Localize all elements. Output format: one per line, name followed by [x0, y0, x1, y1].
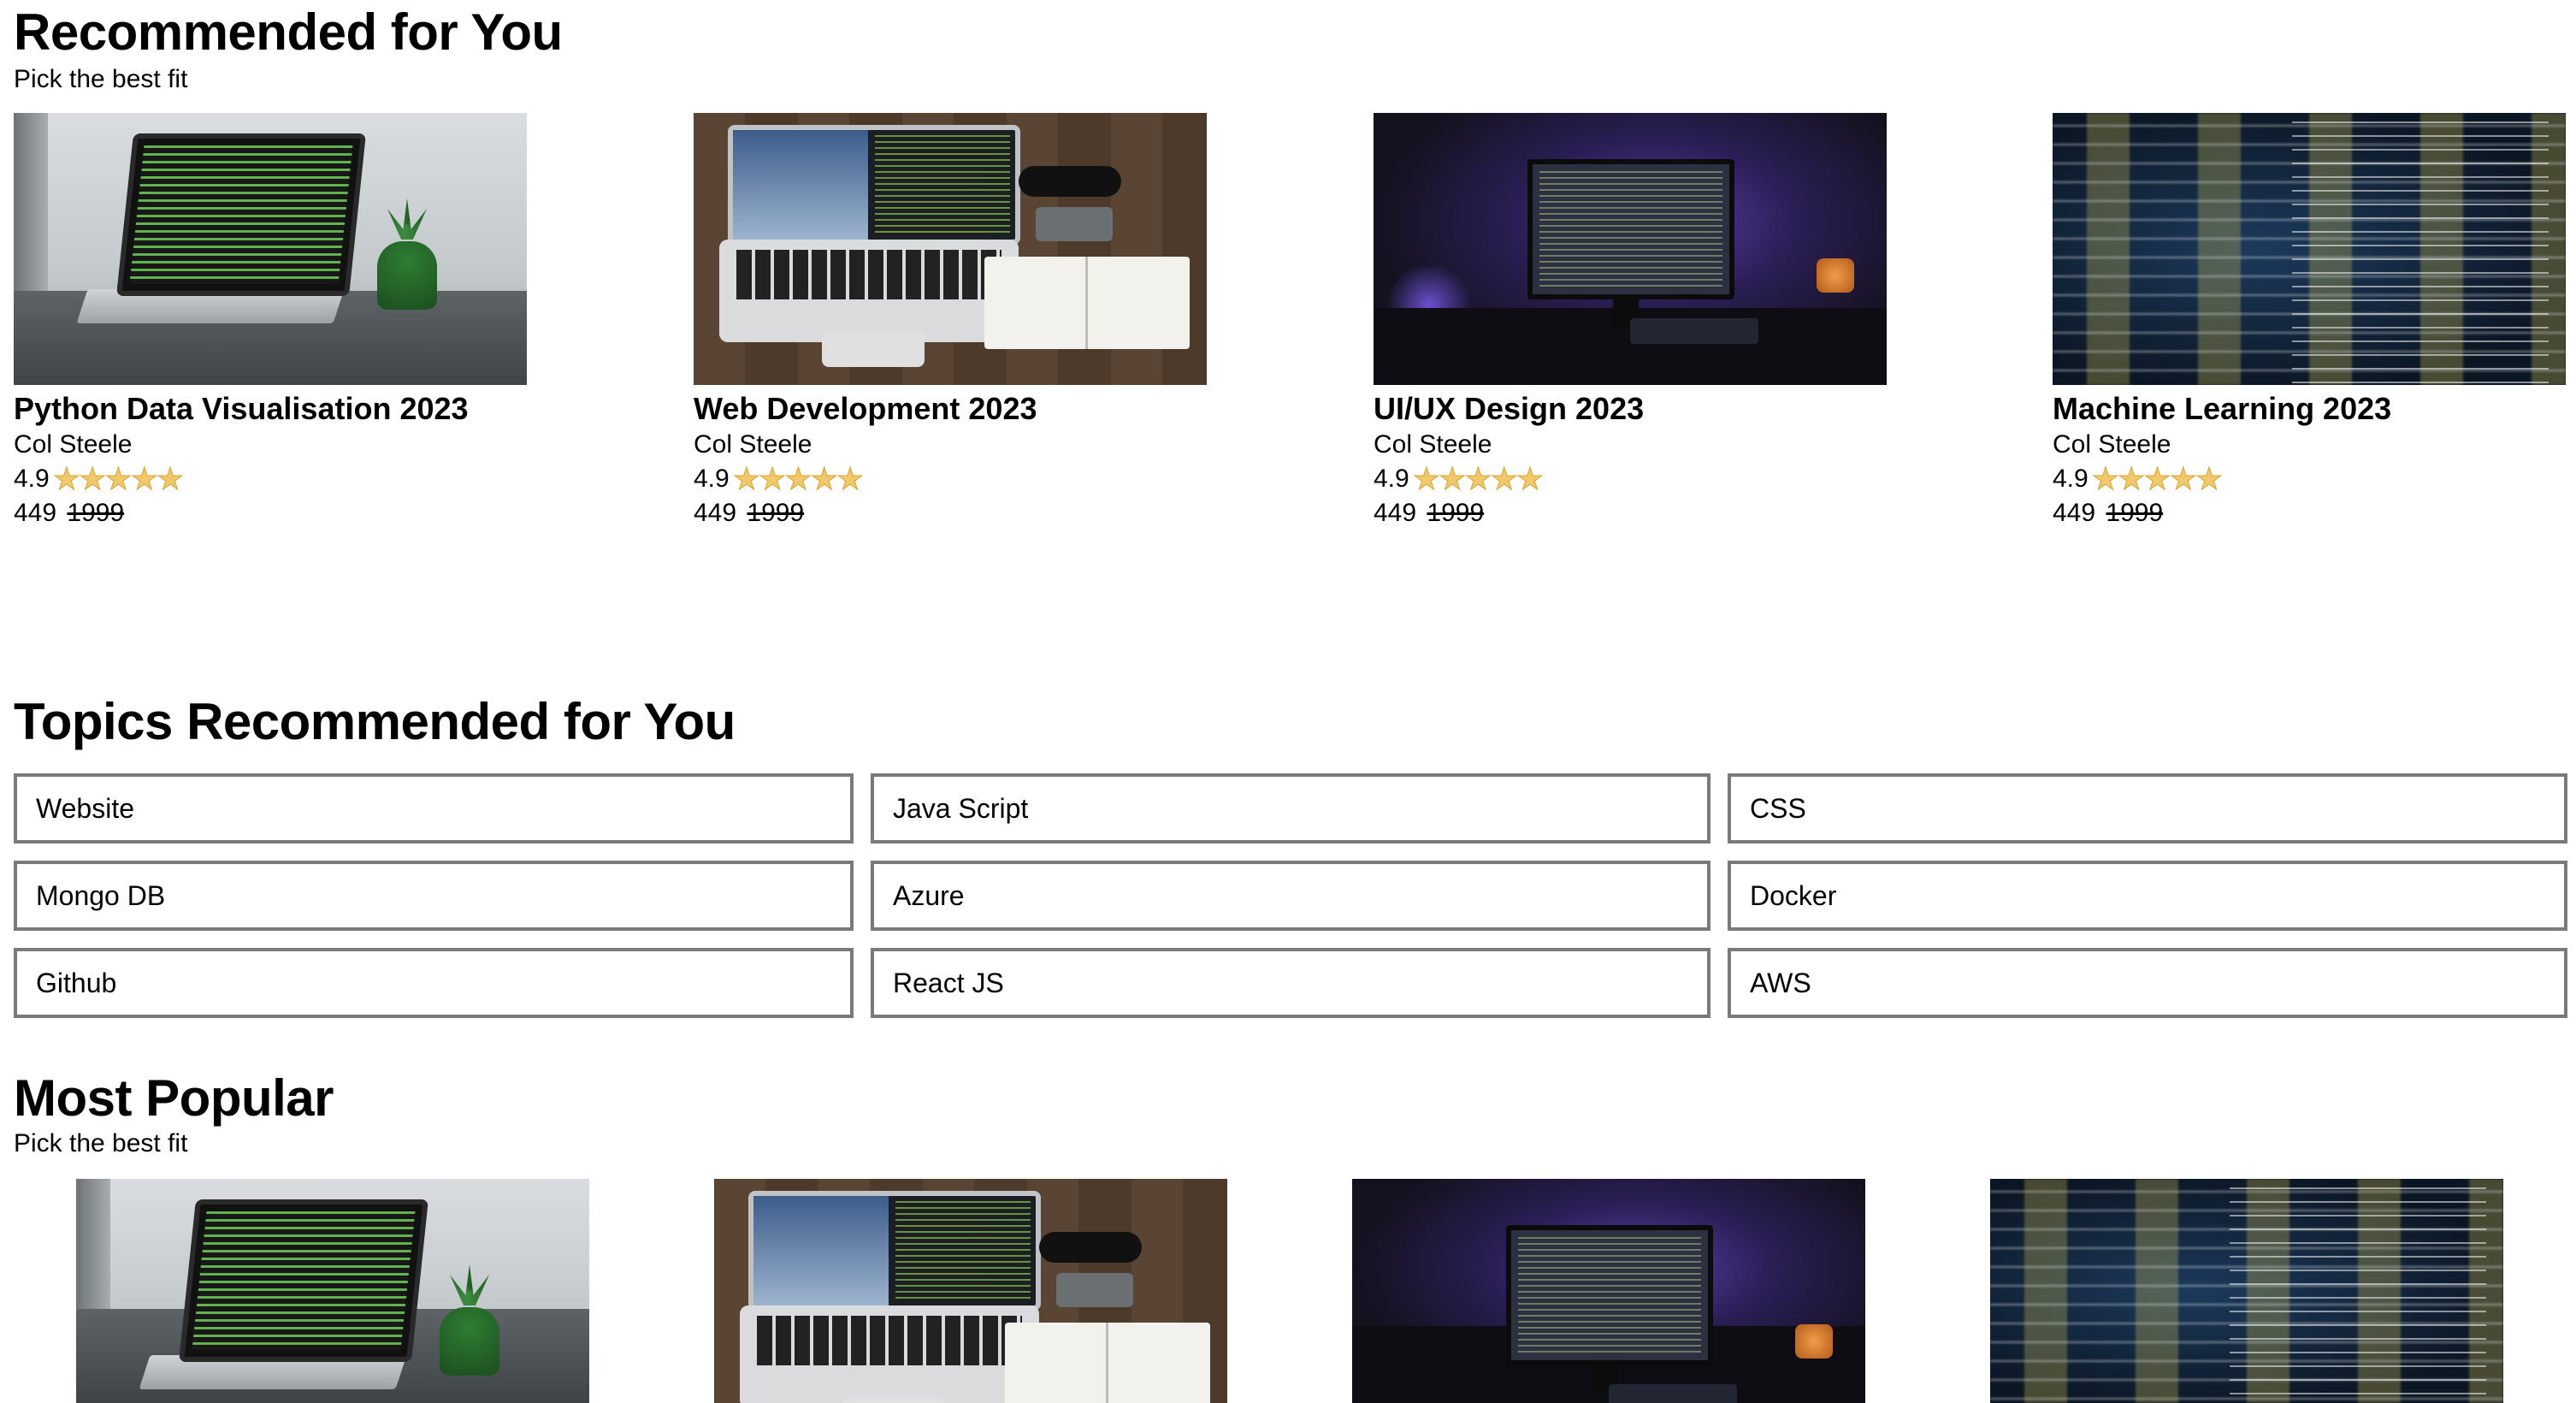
- topic-azure[interactable]: Azure: [871, 861, 1710, 931]
- course-rating: 4.9 ★ ★ ★ ★ ★: [14, 462, 527, 496]
- course-thumbnail[interactable]: [1374, 113, 1887, 385]
- popular-course-thumbnail[interactable]: [714, 1179, 1227, 1403]
- star-icon: ★: [2143, 461, 2171, 496]
- star-icon: ★: [2195, 461, 2224, 496]
- original-price: 1999: [747, 499, 805, 527]
- original-price: 1999: [2106, 499, 2164, 527]
- topic-mongodb[interactable]: Mongo DB: [14, 861, 854, 931]
- section-title: Most Popular: [14, 1069, 334, 1127]
- popular-course-thumbnail[interactable]: [76, 1179, 589, 1403]
- laptop-with-plant-photo: [14, 113, 527, 385]
- course-thumbnail[interactable]: [14, 113, 527, 385]
- course-price: 449 1999: [1374, 496, 1887, 530]
- course-author: Col Steele: [1374, 430, 1492, 459]
- current-price: 449: [1374, 499, 1417, 527]
- course-card[interactable]: Machine Learning 2023 Col Steele 4.9 ★ ★ ★…: [2053, 113, 2566, 530]
- star-icon: ★: [758, 461, 787, 496]
- star-rating: ★ ★ ★ ★ ★: [732, 461, 865, 496]
- course-author: Col Steele: [694, 430, 812, 459]
- laptop-with-plant-photo: [76, 1179, 589, 1403]
- rating-value: 4.9: [2053, 465, 2089, 493]
- topic-aws[interactable]: AWS: [1728, 948, 2567, 1018]
- course-grid: Python Data Visualisation 2023 Col Steel…: [14, 113, 2566, 541]
- star-icon: ★: [1438, 461, 1467, 496]
- course-price: 449 1999: [694, 496, 1207, 530]
- course-price: 449 1999: [2053, 496, 2566, 530]
- blurred-code-photo: [1990, 1179, 2503, 1403]
- course-author: Col Steele: [2053, 430, 2171, 459]
- star-icon: ★: [104, 461, 133, 496]
- current-price: 449: [2053, 499, 2096, 527]
- popular-course-thumbnail[interactable]: [1990, 1179, 2503, 1403]
- course-price: 449 1999: [14, 496, 527, 530]
- star-rating: ★ ★ ★ ★ ★: [2091, 461, 2224, 496]
- course-title[interactable]: Web Development 2023: [694, 390, 1207, 428]
- rating-value: 4.9: [1374, 465, 1409, 493]
- course-card[interactable]: UI/UX Design 2023 Col Steele 4.9 ★ ★ ★ ★ ★ 4…: [1374, 113, 1887, 530]
- laptop-on-wooden-desk-photo: [694, 113, 1207, 385]
- star-icon: ★: [1490, 461, 1518, 496]
- star-icon: ★: [52, 461, 80, 496]
- section-subtitle: Pick the best fit: [14, 65, 188, 93]
- topic-css[interactable]: CSS: [1728, 773, 2567, 844]
- topic-docker[interactable]: Docker: [1728, 861, 2567, 931]
- star-icon: ★: [2117, 461, 2146, 496]
- course-thumbnail[interactable]: [694, 113, 1207, 385]
- section-title: Recommended for You: [14, 3, 563, 61]
- course-title[interactable]: Machine Learning 2023: [2053, 390, 2566, 428]
- topic-javascript[interactable]: Java Script: [871, 773, 1710, 844]
- star-rating: ★ ★ ★ ★ ★: [52, 461, 185, 496]
- star-icon: ★: [732, 461, 760, 496]
- star-rating: ★ ★ ★ ★ ★: [1412, 461, 1545, 496]
- original-price: 1999: [1427, 499, 1485, 527]
- original-price: 1999: [67, 499, 125, 527]
- course-card[interactable]: Python Data Visualisation 2023 Col Steel…: [14, 113, 527, 530]
- course-author: Col Steele: [14, 430, 133, 459]
- monitor-purple-light-photo: [1352, 1179, 1865, 1403]
- star-icon: ★: [2169, 461, 2197, 496]
- topic-github[interactable]: Github: [14, 948, 854, 1018]
- rating-value: 4.9: [14, 465, 50, 493]
- course-title[interactable]: UI/UX Design 2023: [1374, 390, 1887, 428]
- star-icon: ★: [1515, 461, 1545, 496]
- popular-grid: [14, 1179, 2564, 1403]
- popular-course-thumbnail[interactable]: [1352, 1179, 1865, 1403]
- course-card[interactable]: Web Development 2023 Col Steele 4.9 ★ ★ ★ ★…: [694, 113, 1207, 530]
- star-icon: ★: [784, 461, 812, 496]
- star-icon: ★: [1412, 461, 1440, 496]
- section-title: Topics Recommended for You: [14, 693, 736, 750]
- current-price: 449: [14, 499, 57, 527]
- star-icon: ★: [2091, 461, 2119, 496]
- course-thumbnail[interactable]: [2053, 113, 2566, 385]
- star-icon: ★: [156, 461, 185, 496]
- star-icon: ★: [836, 461, 865, 496]
- course-rating: 4.9 ★ ★ ★ ★ ★: [1374, 462, 1887, 496]
- laptop-on-wooden-desk-photo: [714, 1179, 1227, 1403]
- star-icon: ★: [1464, 461, 1492, 496]
- current-price: 449: [694, 499, 737, 527]
- course-rating: 4.9 ★ ★ ★ ★ ★: [694, 462, 1207, 496]
- rating-value: 4.9: [694, 465, 730, 493]
- monitor-purple-light-photo: [1374, 113, 1887, 385]
- section-subtitle: Pick the best fit: [14, 1129, 188, 1157]
- course-title[interactable]: Python Data Visualisation 2023: [14, 390, 527, 428]
- star-icon: ★: [78, 461, 107, 496]
- star-icon: ★: [810, 461, 838, 496]
- star-icon: ★: [130, 461, 158, 496]
- topic-website[interactable]: Website: [14, 773, 854, 844]
- topic-grid: Website Java Script CSS Mongo DB Azure D…: [14, 773, 2567, 1018]
- blurred-code-photo: [2053, 113, 2566, 385]
- topic-reactjs[interactable]: React JS: [871, 948, 1710, 1018]
- course-rating: 4.9 ★ ★ ★ ★ ★: [2053, 462, 2566, 496]
